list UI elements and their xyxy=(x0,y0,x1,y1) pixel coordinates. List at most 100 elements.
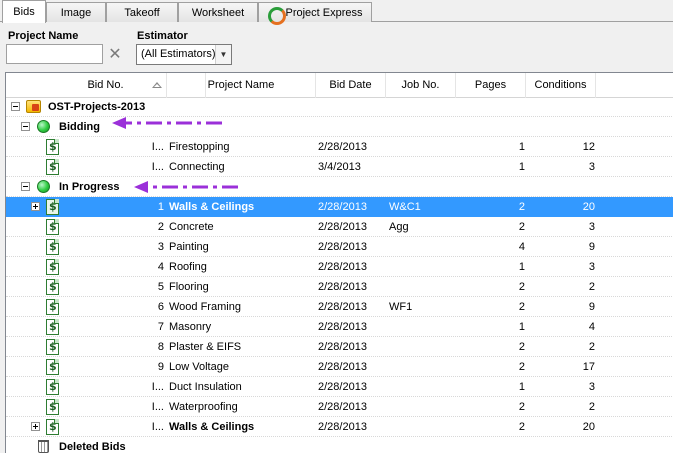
table-row[interactable]: I... Duct Insulation 2/28/2013 1 3 xyxy=(6,377,673,397)
collapse-icon[interactable] xyxy=(21,182,30,191)
tab-project-express[interactable]: Project Express xyxy=(258,2,372,25)
chevron-down-icon[interactable]: ▼ xyxy=(215,45,231,64)
column-header-label: Bid Date xyxy=(329,79,372,91)
column-header-project-name[interactable]: Project Name xyxy=(166,73,316,98)
bid-date-cell: 2/28/2013 xyxy=(318,301,367,313)
bid-date-cell: 2/28/2013 xyxy=(318,321,367,333)
pages-cell: 2 xyxy=(518,301,525,313)
table-row[interactable]: I... Firestopping 2/28/2013 1 12 xyxy=(6,137,673,157)
pages-cell: 1 xyxy=(518,141,525,153)
pages-cell: 2 xyxy=(518,201,525,213)
table-row[interactable]: 6 Wood Framing 2/28/2013 WF1 2 9 xyxy=(6,297,673,317)
expand-icon[interactable] xyxy=(31,202,40,211)
project-name-cell: Masonry xyxy=(169,321,212,333)
pages-cell: 2 xyxy=(518,221,525,233)
column-header-bid-date[interactable]: Bid Date xyxy=(316,73,386,98)
bid-date-cell: 2/28/2013 xyxy=(318,361,367,373)
tab-bar: Bids Image Takeoff Worksheet Project Exp… xyxy=(0,0,673,25)
table-row[interactable]: I... Connecting 3/4/2013 1 3 xyxy=(6,157,673,177)
project-name-input[interactable] xyxy=(6,44,103,64)
collapse-icon[interactable] xyxy=(11,102,20,111)
pages-cell: 1 xyxy=(518,321,525,333)
bid-no-cell: I... xyxy=(151,381,164,393)
table-row[interactable]: 8 Plaster & EIFS 2/28/2013 2 2 xyxy=(6,337,673,357)
column-header-label: Job No. xyxy=(401,79,440,91)
conditions-cell: 12 xyxy=(582,141,595,153)
table-row[interactable]: I... Walls & Ceilings 2/28/2013 2 20 xyxy=(6,417,673,437)
project-name-cell: Walls & Ceilings xyxy=(169,201,255,213)
table-row[interactable]: 7 Masonry 2/28/2013 1 4 xyxy=(6,317,673,337)
job-no-cell xyxy=(389,157,455,177)
bid-no-cell: 4 xyxy=(157,261,164,273)
expand-icon[interactable] xyxy=(31,422,40,431)
conditions-cell: 3 xyxy=(588,221,595,233)
bid-no-cell: 2 xyxy=(157,221,164,233)
table-row[interactable]: I... Waterproofing 2/28/2013 2 2 xyxy=(6,397,673,417)
bid-date-cell: 2/28/2013 xyxy=(318,201,367,213)
column-header-job-no[interactable]: Job No. xyxy=(386,73,456,98)
bid-date-cell: 2/28/2013 xyxy=(318,141,367,153)
bid-date-cell: 2/28/2013 xyxy=(318,281,367,293)
tab-worksheet[interactable]: Worksheet xyxy=(178,2,258,22)
pages-cell: 2 xyxy=(518,401,525,413)
bid-date-cell: 2/28/2013 xyxy=(318,401,367,413)
pages-cell: 2 xyxy=(518,281,525,293)
pages-cell: 1 xyxy=(518,161,525,173)
bid-date-cell: 2/28/2013 xyxy=(318,421,367,433)
bid-no-cell: 7 xyxy=(157,321,164,333)
job-no-cell xyxy=(389,357,455,377)
project-name-cell: Wood Framing xyxy=(169,301,241,313)
conditions-cell: 2 xyxy=(588,281,595,293)
bid-no-cell: 3 xyxy=(157,241,164,253)
job-no-cell: Agg xyxy=(389,221,409,233)
pages-cell: 1 xyxy=(518,381,525,393)
table-row[interactable]: 3 Painting 2/28/2013 4 9 xyxy=(6,237,673,257)
conditions-cell: 9 xyxy=(588,301,595,313)
tree-group-row[interactable]: Bidding xyxy=(6,117,673,137)
project-name-cell: Connecting xyxy=(169,161,225,173)
column-header-label: Pages xyxy=(474,79,507,91)
tree-root-row[interactable]: OST-Projects-2013 xyxy=(6,97,673,117)
conditions-cell: 17 xyxy=(582,361,595,373)
collapse-icon[interactable] xyxy=(21,122,30,131)
table-row[interactable]: 9 Low Voltage 2/28/2013 2 17 xyxy=(6,357,673,377)
project-name-cell: Firestopping xyxy=(169,141,230,153)
bid-no-cell: 5 xyxy=(157,281,164,293)
project-name-cell: Concrete xyxy=(169,221,214,233)
project-name-cell: Plaster & EIFS xyxy=(169,341,242,353)
bid-no-cell: 8 xyxy=(157,341,164,353)
job-no-cell: WF1 xyxy=(389,301,413,313)
project-name-label: Project Name xyxy=(8,30,79,42)
tab-takeoff[interactable]: Takeoff xyxy=(106,2,178,22)
tree-group-row[interactable]: In Progress xyxy=(6,177,673,197)
bid-document-icon xyxy=(46,279,59,295)
project-name-cell: Flooring xyxy=(169,281,209,293)
tab-bids[interactable]: Bids xyxy=(2,0,46,23)
project-name-cell: Painting xyxy=(169,241,209,253)
table-row[interactable]: 5 Flooring 2/28/2013 2 2 xyxy=(6,277,673,297)
job-no-cell xyxy=(389,277,455,297)
estimator-select[interactable]: (All Estimators) ▼ xyxy=(136,44,232,65)
project-name-cell: Duct Insulation xyxy=(169,381,242,393)
job-no-cell xyxy=(389,397,455,417)
column-header-conditions[interactable]: Conditions xyxy=(526,73,596,98)
bid-no-cell: I... xyxy=(151,421,164,433)
bid-no-cell: I... xyxy=(151,161,164,173)
clear-icon[interactable]: ✕ xyxy=(105,44,125,64)
bid-document-icon xyxy=(46,199,59,215)
project-express-icon xyxy=(267,6,287,25)
bid-date-cell: 3/4/2013 xyxy=(318,161,361,173)
table-row[interactable]: 2 Concrete 2/28/2013 Agg 2 3 xyxy=(6,217,673,237)
grid-header: Bid No. Project Name Bid Date Job No. Pa… xyxy=(6,73,673,98)
bid-document-icon xyxy=(46,419,59,435)
tab-image[interactable]: Image xyxy=(46,2,106,22)
tree-deleted-row[interactable]: Deleted Bids xyxy=(6,437,673,453)
pages-cell: 2 xyxy=(518,341,525,353)
tab-label: Image xyxy=(60,6,92,19)
conditions-cell: 2 xyxy=(588,401,595,413)
column-header-pages[interactable]: Pages xyxy=(456,73,526,98)
bid-document-icon xyxy=(46,239,59,255)
table-row[interactable]: 1 Walls & Ceilings 2/28/2013 W&C1 2 20 xyxy=(6,197,673,217)
job-no-cell xyxy=(389,417,455,437)
table-row[interactable]: 4 Roofing 2/28/2013 1 3 xyxy=(6,257,673,277)
